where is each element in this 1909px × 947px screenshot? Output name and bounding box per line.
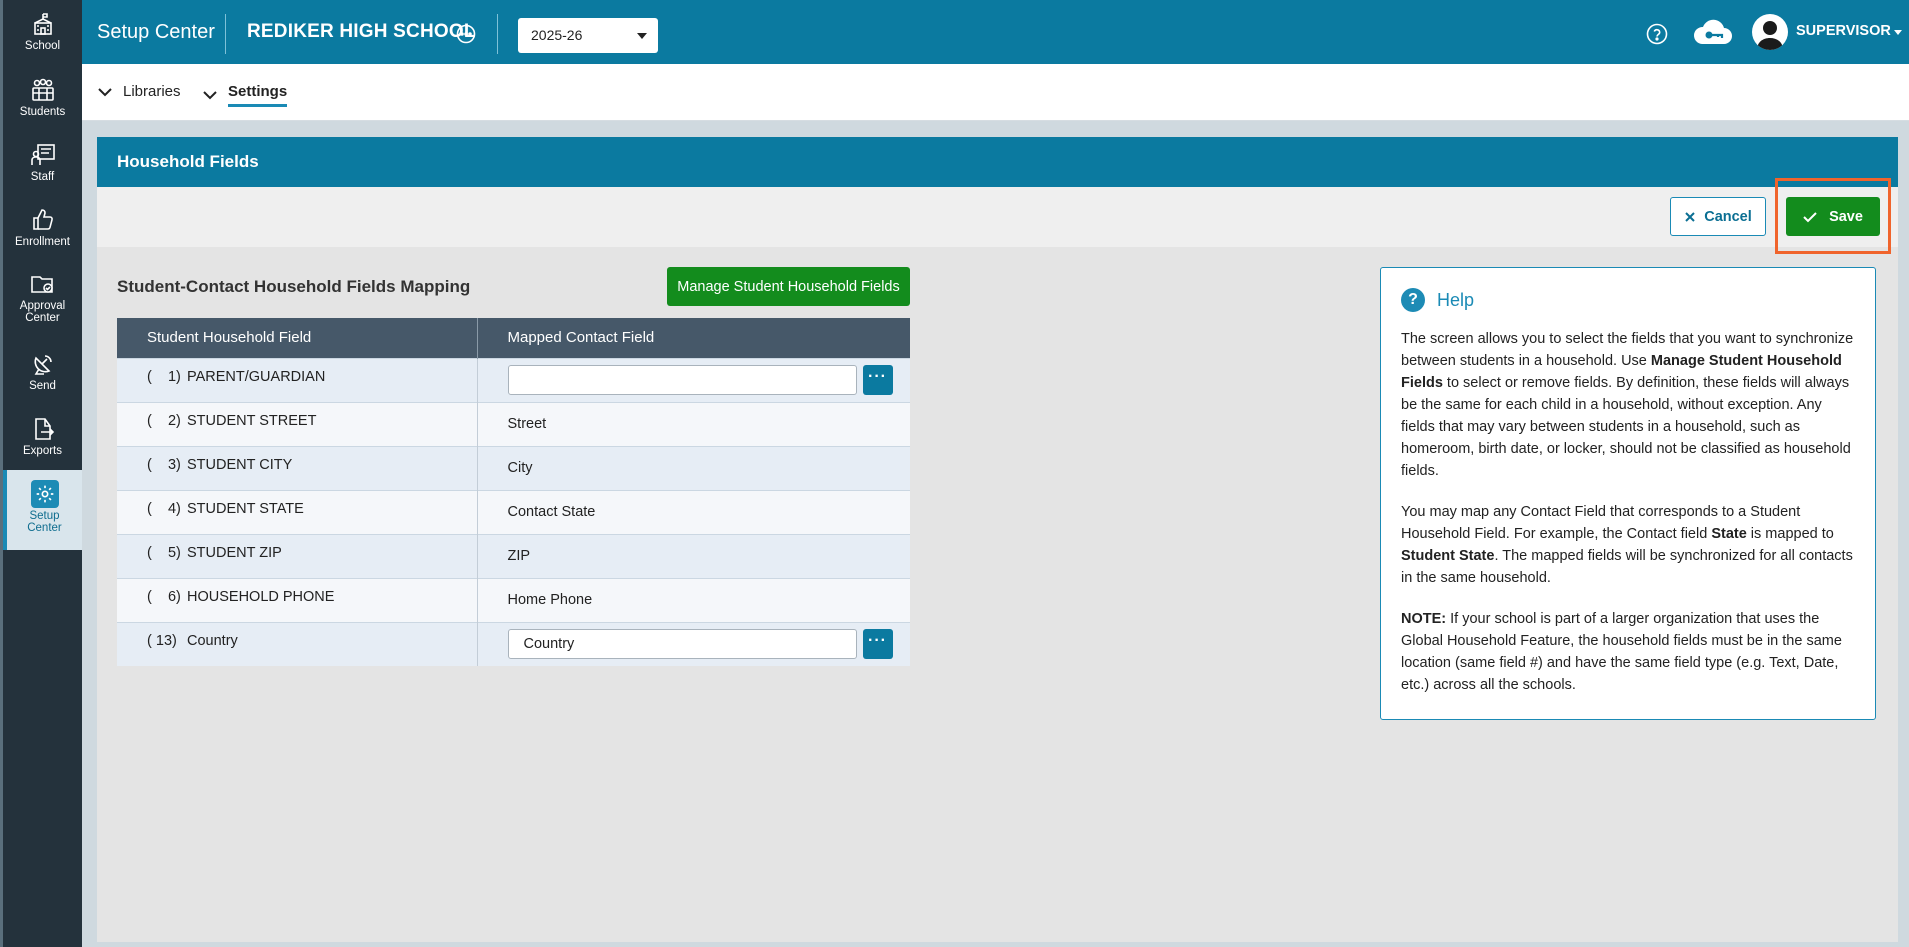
app-title: Setup Center: [97, 21, 215, 43]
chevron-down-icon: [203, 91, 217, 100]
help-paragraph: NOTE: If your school is part of a larger…: [1401, 611, 1842, 693]
thumbs-up-icon: [28, 206, 58, 234]
contact-field-input[interactable]: Country: [507, 629, 857, 660]
browse-fields-button[interactable]: ···: [862, 629, 893, 660]
chevron-down-icon: [98, 87, 112, 96]
save-highlight-box: [1775, 178, 1891, 254]
question-icon: ?: [1401, 288, 1425, 312]
panel-title: Household Fields: [97, 137, 1898, 187]
help-paragraph: You may map any Contact Field that corre…: [1401, 504, 1853, 586]
household-fields-panel: Household Fields Cancel Save Student-Con…: [97, 137, 1898, 942]
nav-libraries[interactable]: Libraries: [97, 83, 181, 100]
school-name: REDIKER HIGH SCHOOL: [247, 21, 476, 42]
table-row: ( 2) STUDENT STREET Street: [117, 401, 910, 446]
mapping-title: Student-Contact Household Fields Mapping: [117, 277, 471, 296]
mapping-table: Student Household Field Mapped Contact F…: [117, 318, 910, 666]
sidebar-item-school[interactable]: School: [3, 10, 82, 74]
sidebar-item-label: Approval: [19, 300, 66, 312]
table-row: ( 4) STUDENT STATE Contact State: [117, 489, 910, 534]
student-field-name: STUDENT CITY: [187, 456, 293, 473]
cancel-label: Cancel: [1704, 208, 1752, 225]
gear-icon: [30, 480, 60, 508]
caret-down-icon[interactable]: [1894, 30, 1902, 35]
folder-approval-icon: [28, 270, 58, 298]
sidebar-item-label: Enrollment: [15, 236, 70, 248]
help-title: Help: [1437, 289, 1475, 310]
cancel-button[interactable]: Cancel: [1670, 197, 1766, 236]
help-icon[interactable]: [1646, 23, 1668, 45]
sidebar: School Students Staff Enrollment Approva…: [0, 0, 82, 947]
contact-field-value: Contact State: [476, 489, 910, 534]
student-field-name: STUDENT STREET: [187, 412, 317, 429]
browse-fields-button[interactable]: ···: [862, 365, 893, 395]
nav-label: Settings: [228, 83, 288, 107]
satellite-dish-icon: [28, 350, 58, 378]
school-icon: [28, 10, 58, 38]
sidebar-item-approval-center[interactable]: Approval Center: [3, 270, 82, 332]
help-box: ? Help The screen allows you to select t…: [1380, 267, 1876, 720]
sidebar-item-label: Students: [19, 106, 66, 118]
sidebar-item-enrollment[interactable]: Enrollment: [3, 206, 82, 270]
sidebar-item-staff[interactable]: Staff: [3, 141, 82, 205]
sidebar-item-label: Exports: [23, 445, 62, 457]
manage-student-household-fields-button[interactable]: Manage Student Household Fields: [667, 267, 910, 306]
divider: [225, 14, 226, 54]
avatar[interactable]: [1752, 14, 1788, 50]
caret-down-icon: [637, 33, 647, 39]
user-menu-label[interactable]: SUPERVISOR: [1796, 23, 1891, 39]
cloud-key-icon[interactable]: [1692, 18, 1734, 48]
sidebar-item-label: Staff: [30, 171, 55, 183]
contact-field-value: City: [476, 445, 910, 490]
toolbar: Cancel Save: [97, 178, 1898, 254]
student-field-name: STUDENT STATE: [187, 500, 304, 517]
divider: [497, 14, 498, 54]
sidebar-item-label: Setup: [29, 510, 60, 522]
sidebar-item-setup-center[interactable]: Setup Center: [3, 470, 82, 550]
column-header-contact-field: Mapped Contact Field: [476, 318, 910, 358]
students-icon: [28, 76, 58, 104]
sidebar-item-students[interactable]: Students: [3, 76, 82, 140]
contact-field-value: Street: [476, 401, 910, 446]
table-row: ( 13) Country Country ···: [117, 621, 910, 666]
export-icon: [28, 415, 58, 443]
staff-icon: [28, 141, 58, 169]
sidebar-item-label: School: [24, 40, 61, 52]
contact-field-value: Home Phone: [476, 577, 910, 622]
sub-navigation: Libraries Settings: [82, 64, 1909, 121]
student-field-name: PARENT/GUARDIAN: [187, 368, 326, 385]
table-row: ( 1) PARENT/GUARDIAN ···: [117, 357, 910, 402]
top-bar: Setup Center REDIKER HIGH SCHOOL 2025-26…: [82, 0, 1909, 64]
help-paragraph: The screen allows you to select the fiel…: [1401, 331, 1854, 479]
nav-label: Libraries: [123, 83, 181, 100]
table-row: ( 5) STUDENT ZIP ZIP: [117, 533, 910, 578]
school-year-select[interactable]: 2025-26: [518, 18, 658, 53]
student-field-name: HOUSEHOLD PHONE: [187, 588, 335, 605]
close-icon: [1685, 211, 1695, 222]
sidebar-item-label: Center: [25, 312, 60, 324]
more-options-icon[interactable]: [456, 24, 476, 44]
contact-field-value: ZIP: [476, 533, 910, 578]
sidebar-item-send[interactable]: Send: [3, 350, 82, 414]
nav-settings[interactable]: Settings: [202, 83, 288, 107]
contact-field-input[interactable]: [507, 365, 857, 395]
sidebar-item-label: Send: [29, 380, 56, 392]
table-row: ( 6) HOUSEHOLD PHONE Home Phone: [117, 577, 910, 622]
student-field-name: STUDENT ZIP: [187, 544, 282, 561]
sidebar-item-label: Center: [27, 522, 62, 534]
help-header: ? Help: [1401, 288, 1855, 312]
school-year-value: 2025-26: [531, 27, 583, 43]
column-header-student-field: Student Household Field: [117, 318, 477, 358]
table-row: ( 3) STUDENT CITY City: [117, 445, 910, 490]
student-field-name: Country: [187, 632, 238, 649]
